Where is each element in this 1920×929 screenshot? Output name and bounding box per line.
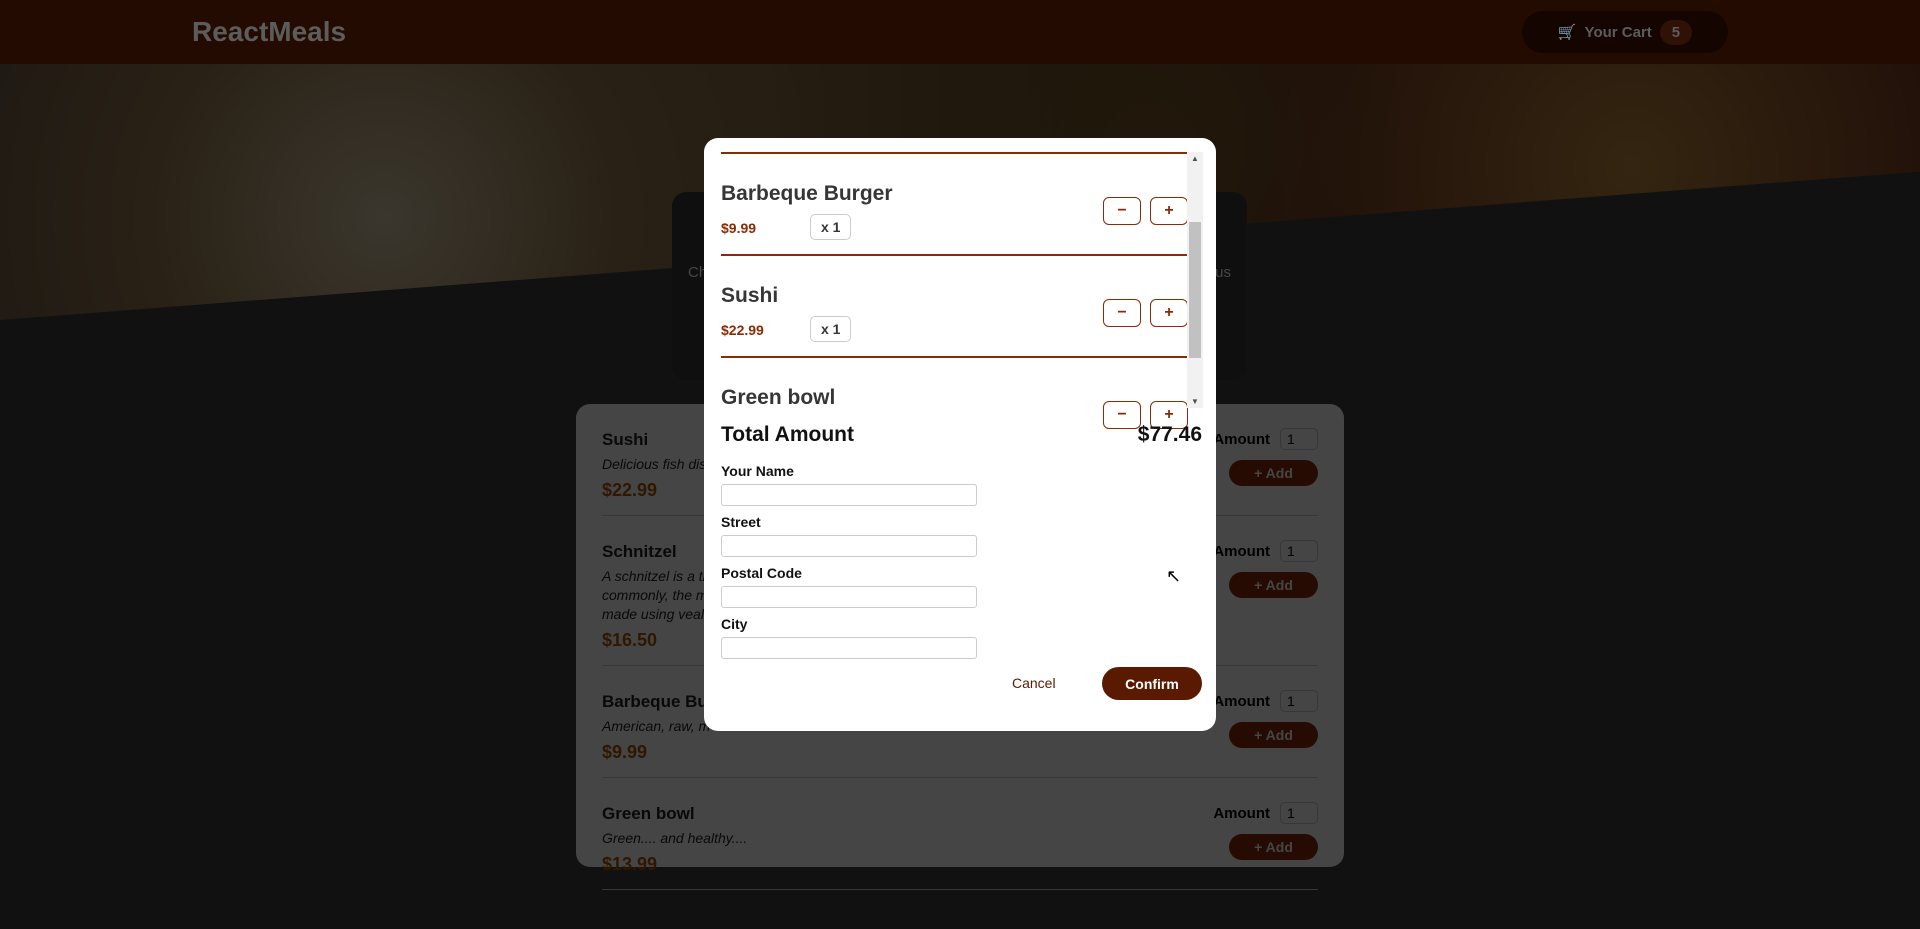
- confirm-button[interactable]: Confirm: [1102, 667, 1202, 700]
- postal-label: Postal Code: [721, 565, 802, 581]
- app-logo: ReactMeals: [192, 16, 347, 47]
- decrease-button[interactable]: −: [1103, 299, 1141, 327]
- street-label: Street: [721, 514, 761, 530]
- app-header: ReactMeals 🛒 Your Cart 5: [0, 0, 1920, 64]
- city-input[interactable]: [721, 637, 977, 659]
- cart-item-price: $9.99: [721, 220, 757, 236]
- mouse-cursor-icon: ↖: [1166, 566, 1182, 586]
- street-field: Street: [721, 514, 977, 557]
- cart-item-name: Green bowl: [721, 386, 836, 409]
- cart-button[interactable]: 🛒 Your Cart 5: [1522, 11, 1728, 53]
- cancel-button[interactable]: Cancel: [1012, 675, 1056, 691]
- increase-button[interactable]: +: [1150, 299, 1188, 327]
- cart-label: Your Cart: [1584, 23, 1652, 41]
- scroll-down-arrow-icon[interactable]: ▼: [1191, 397, 1199, 406]
- cart-count-badge: 5: [1659, 19, 1693, 45]
- total-label: Total Amount: [721, 423, 854, 446]
- shopping-cart-icon: 🛒: [1557, 24, 1577, 41]
- cart-list-scrollbar[interactable]: ▲ ▼: [1187, 152, 1203, 408]
- total-value: $77.46: [1137, 423, 1202, 446]
- total-amount: Total Amount $77.46: [721, 423, 1202, 447]
- cart-item-name: Barbeque Burger: [721, 182, 893, 205]
- cart-item-quantity: x 1: [810, 316, 852, 342]
- cart-item-name: Sushi: [721, 284, 779, 307]
- street-input[interactable]: [721, 535, 977, 557]
- decrease-button[interactable]: −: [1103, 197, 1141, 225]
- cart-item-quantity: x 1: [810, 214, 852, 240]
- city-field: City: [721, 616, 977, 659]
- cart-item: Barbeque Burger $9.99 x 1 − +: [721, 152, 1191, 254]
- city-label: City: [721, 616, 748, 632]
- cart-item-price: $22.99: [721, 322, 764, 338]
- name-input[interactable]: [721, 484, 977, 506]
- cart-item: Sushi $22.99 x 1 − +: [721, 254, 1191, 356]
- name-field: Your Name: [721, 463, 977, 506]
- postal-input[interactable]: [721, 586, 977, 608]
- scroll-up-arrow-icon[interactable]: ▲: [1191, 154, 1199, 163]
- name-label: Your Name: [721, 463, 794, 479]
- cart-modal: Barbeque Burger $9.99 x 1 − + Sushi $22.…: [704, 138, 1216, 731]
- increase-button[interactable]: +: [1150, 197, 1188, 225]
- scrollbar-thumb[interactable]: [1189, 222, 1201, 358]
- postal-field: Postal Code: [721, 565, 977, 608]
